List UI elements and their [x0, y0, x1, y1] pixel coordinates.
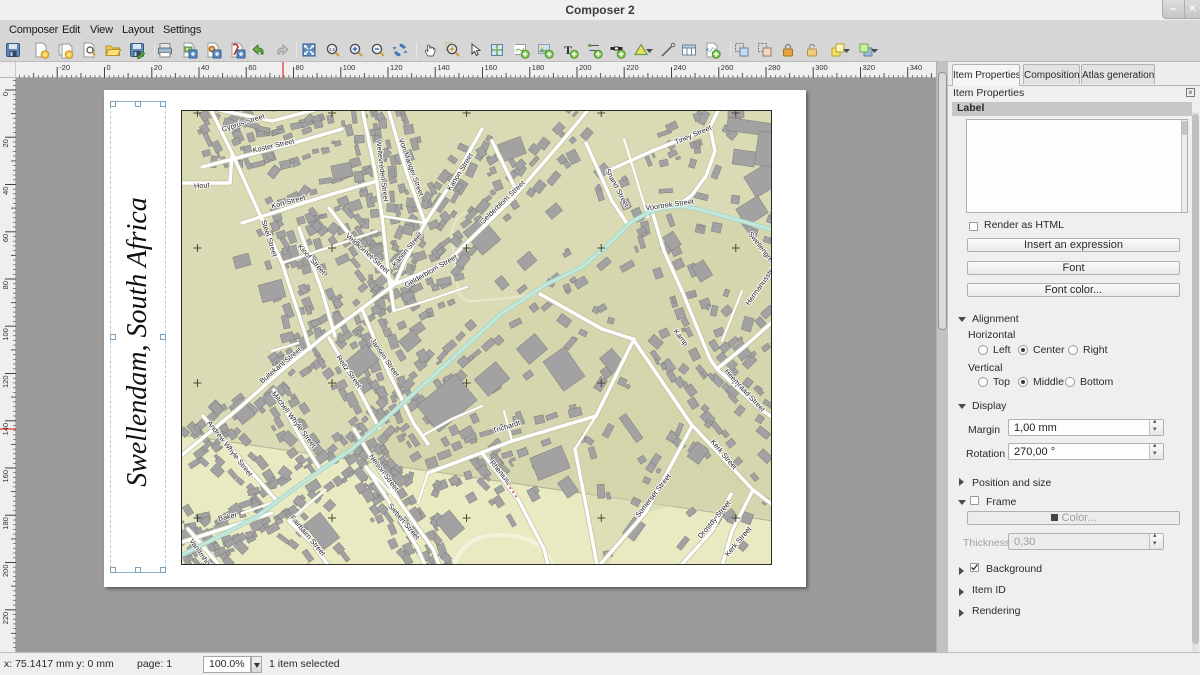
- svg-text:300: 300: [815, 63, 828, 72]
- svg-text:200: 200: [579, 63, 592, 72]
- svg-text:0: 0: [107, 63, 111, 72]
- svg-text:-20: -20: [59, 63, 70, 72]
- svg-text:40: 40: [201, 63, 209, 72]
- svg-text:120: 120: [1, 376, 10, 389]
- svg-text:40: 40: [1, 187, 10, 195]
- svg-text:1:1: 1:1: [329, 47, 336, 52]
- svg-text:Hout: Hout: [194, 180, 210, 190]
- svg-text:0: 0: [1, 92, 10, 96]
- svg-text:220: 220: [1, 612, 10, 625]
- svg-text:260: 260: [721, 63, 734, 72]
- svg-text:20: 20: [154, 63, 162, 72]
- svg-text:160: 160: [1, 470, 10, 483]
- svg-text:180: 180: [532, 63, 545, 72]
- svg-text:160: 160: [485, 63, 498, 72]
- svg-text:120: 120: [390, 63, 403, 72]
- svg-text:240: 240: [674, 63, 687, 72]
- svg-text:60: 60: [248, 63, 256, 72]
- svg-text:200: 200: [1, 565, 10, 578]
- svg-text:60: 60: [1, 234, 10, 242]
- svg-text:140: 140: [437, 63, 450, 72]
- svg-text:80: 80: [296, 63, 304, 72]
- svg-text:100: 100: [343, 63, 356, 72]
- svg-text:20: 20: [1, 139, 10, 147]
- svg-text:320: 320: [863, 63, 876, 72]
- svg-text:80: 80: [1, 281, 10, 289]
- svg-text:340: 340: [910, 63, 923, 72]
- svg-text:180: 180: [1, 517, 10, 530]
- svg-text:220: 220: [626, 63, 639, 72]
- svg-text:100: 100: [1, 328, 10, 341]
- svg-text:280: 280: [768, 63, 781, 72]
